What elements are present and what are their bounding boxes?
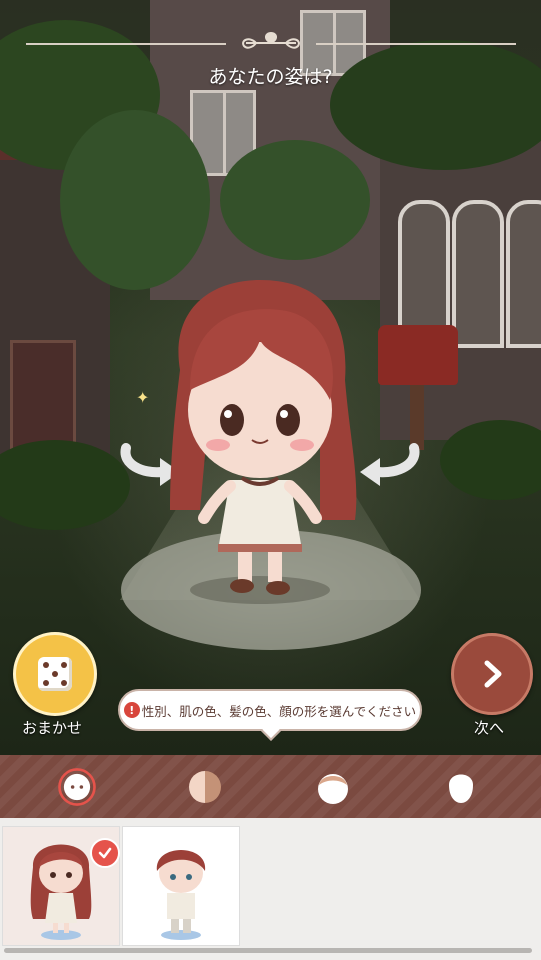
face-icon (58, 768, 96, 806)
random-label: おまかせ (21, 719, 82, 737)
face-shape-icon (449, 774, 473, 803)
character-preview-scene: あなたの姿は? ✦ おまかせ 次へ ! 性別、肌の色、髪の色、顔の形を選んでくだ… (0, 0, 541, 755)
category-tabbar (0, 755, 541, 818)
page-title: あなたの姿は? (208, 66, 333, 88)
tab-hair-color[interactable] (312, 766, 354, 808)
warning-icon: ! (123, 702, 140, 718)
avatar-character[interactable] (150, 280, 390, 620)
mailbox (378, 325, 458, 385)
tab-face-shape[interactable] (440, 766, 482, 808)
ornament-icon (242, 32, 300, 49)
option-panel (0, 818, 541, 960)
selected-check-icon (90, 838, 120, 868)
tab-skin-color[interactable] (184, 766, 226, 808)
dice-icon (38, 657, 72, 691)
next-button[interactable] (451, 633, 533, 715)
boy-avatar-icon (156, 850, 206, 940)
sparkle-icon: ✦ (136, 388, 150, 407)
hint-text: 性別、肌の色、髪の色、顔の形を選んでください (141, 703, 417, 719)
option-girl[interactable] (2, 826, 120, 946)
chevron-right-icon (484, 660, 502, 688)
option-boy[interactable] (122, 826, 240, 946)
hair-color-icon (318, 774, 348, 804)
next-label: 次へ (473, 719, 504, 737)
skin-color-icon (189, 771, 221, 803)
horizontal-scrollbar[interactable] (4, 948, 532, 953)
random-button[interactable] (13, 632, 97, 716)
tab-face[interactable] (56, 766, 98, 808)
hint-tooltip: ! 性別、肌の色、髪の色、顔の形を選んでください (118, 689, 422, 731)
